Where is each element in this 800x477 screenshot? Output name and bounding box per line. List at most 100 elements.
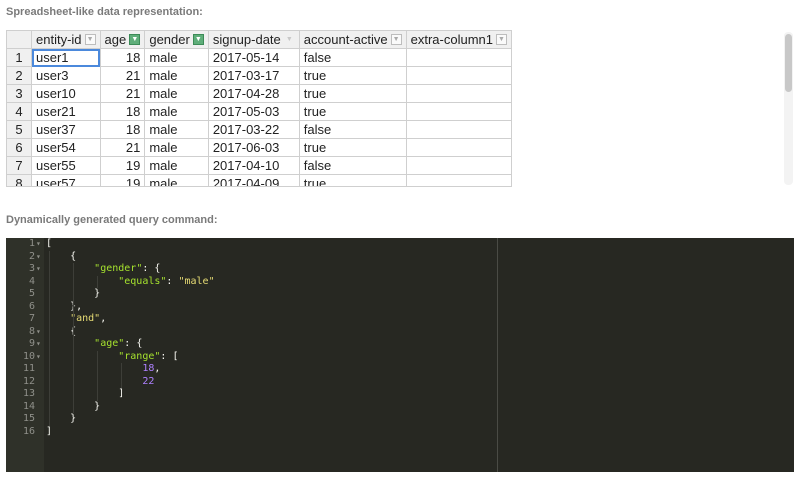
code-line[interactable]: 15 }	[6, 413, 794, 426]
triangle-down-icon[interactable]: ▼	[496, 34, 507, 45]
vertical-scrollbar[interactable]	[784, 32, 793, 185]
column-header-entity-id[interactable]: entity-id ▼	[31, 30, 101, 49]
cell-extra-column1[interactable]	[405, 156, 512, 175]
cell-age[interactable]: 21	[99, 66, 146, 85]
cell-gender[interactable]: male	[144, 66, 209, 85]
row-number[interactable]: 6	[6, 138, 32, 157]
code-line[interactable]: 11 18,	[6, 363, 794, 376]
cell-entity-id[interactable]: user37	[31, 120, 101, 139]
cell-extra-column1[interactable]	[405, 102, 512, 121]
code-line[interactable]: 6 },	[6, 301, 794, 314]
row-number[interactable]: 5	[6, 120, 32, 139]
code-line[interactable]: 4 "equals": "male"	[6, 276, 794, 289]
cell-entity-id[interactable]: user3	[31, 66, 101, 85]
cell-signup-date[interactable]: 2017-03-22	[207, 120, 300, 139]
row-number[interactable]: 7	[6, 156, 32, 175]
code-line[interactable]: 16]	[6, 426, 794, 439]
row-number[interactable]: 4	[6, 102, 32, 121]
code-editor[interactable]: 1 ▾[2 ▾ {3 ▾ "gender": {4 "equals": "male" 5…	[6, 238, 794, 472]
cell-signup-date[interactable]: 2017-05-03	[207, 102, 300, 121]
fold-arrow-icon[interactable]: ▾	[36, 326, 43, 339]
fold-arrow-icon[interactable]: ▾	[36, 238, 43, 251]
triangle-down-icon[interactable]: ▼	[84, 34, 96, 45]
cell-gender[interactable]: male	[144, 174, 209, 186]
cell-age[interactable]: 18	[99, 102, 146, 121]
code-line[interactable]: 9 ▾ "age": {	[6, 338, 794, 351]
triangle-down-icon[interactable]: ▼	[390, 34, 402, 45]
cell-entity-id[interactable]: user10	[31, 84, 101, 103]
column-header-signup-date[interactable]: signup-date ▼	[207, 30, 300, 49]
code-line[interactable]: 8 ▾ {	[6, 326, 794, 339]
cell-age[interactable]: 18	[99, 48, 146, 67]
cell-age[interactable]: 19	[99, 156, 146, 175]
fold-arrow-icon[interactable]: ▾	[36, 263, 43, 276]
cell-extra-column1[interactable]	[405, 84, 512, 103]
cell-account-active[interactable]: true	[298, 138, 407, 157]
cell-extra-column1[interactable]	[405, 66, 512, 85]
cell-signup-date[interactable]: 2017-06-03	[207, 138, 300, 157]
cell-extra-column1[interactable]	[405, 174, 512, 186]
cell-entity-id[interactable]: user55	[31, 156, 101, 175]
spreadsheet-section-title: Spreadsheet-like data representation:	[6, 6, 203, 18]
cell-age[interactable]: 19	[99, 174, 146, 186]
row-number[interactable]: 8	[6, 174, 32, 186]
cell-account-active[interactable]: true	[298, 102, 407, 121]
cell-signup-date[interactable]: 2017-04-10	[207, 156, 300, 175]
column-header-age[interactable]: age ▼	[99, 30, 146, 49]
scrollbar-thumb[interactable]	[785, 34, 792, 92]
cell-signup-date[interactable]: 2017-04-09	[207, 174, 300, 186]
row-number[interactable]: 2	[6, 66, 32, 85]
fold-arrow-icon[interactable]: ▾	[36, 351, 43, 364]
cell-entity-id[interactable]: user21	[31, 102, 101, 121]
cell-gender[interactable]: male	[144, 102, 209, 121]
cell-signup-date[interactable]: 2017-04-28	[207, 84, 300, 103]
fold-arrow-icon[interactable]: ▾	[36, 251, 43, 264]
cell-gender[interactable]: male	[144, 138, 209, 157]
column-header-gender[interactable]: gender ▼	[144, 30, 209, 49]
corner-cell[interactable]	[6, 30, 32, 49]
cell-extra-column1[interactable]	[405, 48, 512, 67]
cell-account-active[interactable]: true	[298, 66, 407, 85]
code-line[interactable]: 7 "and",	[6, 313, 794, 326]
cell-account-active[interactable]: false	[298, 120, 407, 139]
code-line[interactable]: 3 ▾ "gender": {	[6, 263, 794, 276]
code-line[interactable]: 1 ▾[	[6, 238, 794, 251]
triangle-down-icon[interactable]: ▼	[284, 34, 295, 45]
cell-account-active[interactable]: true	[298, 84, 407, 103]
cell-entity-id[interactable]: user54	[31, 138, 101, 157]
row-number[interactable]: 3	[6, 84, 32, 103]
cell-gender[interactable]: male	[144, 48, 209, 67]
cell-gender[interactable]: male	[144, 156, 209, 175]
column-header-account-active[interactable]: account-active ▼	[298, 30, 407, 49]
code-line[interactable]: 12 22	[6, 376, 794, 389]
cell-age[interactable]: 18	[99, 120, 146, 139]
cell-entity-id[interactable]: user57	[31, 174, 101, 186]
cell-age[interactable]: 21	[99, 84, 146, 103]
cell-signup-date[interactable]: 2017-05-14	[207, 48, 300, 67]
cell-gender[interactable]: male	[144, 120, 209, 139]
code-token: "range"	[118, 350, 161, 362]
fold-arrow-icon[interactable]: ▾	[36, 338, 43, 351]
cell-entity-id[interactable]: user1	[31, 48, 101, 67]
cell-extra-column1[interactable]	[405, 120, 512, 139]
cell-extra-column1[interactable]	[405, 138, 512, 157]
cell-account-active[interactable]: false	[298, 156, 407, 175]
cell-account-active[interactable]: false	[298, 48, 407, 67]
line-number: 6	[28, 300, 35, 312]
code-line[interactable]: 5 }	[6, 288, 794, 301]
code-line[interactable]: 13 ]	[6, 388, 794, 401]
cell-gender[interactable]: male	[144, 84, 209, 103]
cell-age[interactable]: 21	[99, 138, 146, 157]
column-header-extra-column1[interactable]: extra-column1 ▼	[405, 30, 512, 49]
spreadsheet[interactable]: entity-id ▼ age ▼ gender ▼ signup-date ▼ account…	[6, 30, 512, 187]
code-line[interactable]: 2 ▾ {	[6, 251, 794, 264]
filter-active-icon[interactable]: ▼	[192, 34, 204, 45]
code-line[interactable]: 10 ▾ "range": [	[6, 351, 794, 364]
code-token: : {	[124, 338, 143, 349]
filter-active-icon[interactable]: ▼	[129, 34, 141, 45]
row-number[interactable]: 1	[6, 48, 32, 67]
code-line[interactable]: 14 }	[6, 401, 794, 414]
cell-account-active[interactable]: true	[298, 174, 407, 186]
cell-signup-date[interactable]: 2017-03-17	[207, 66, 300, 85]
